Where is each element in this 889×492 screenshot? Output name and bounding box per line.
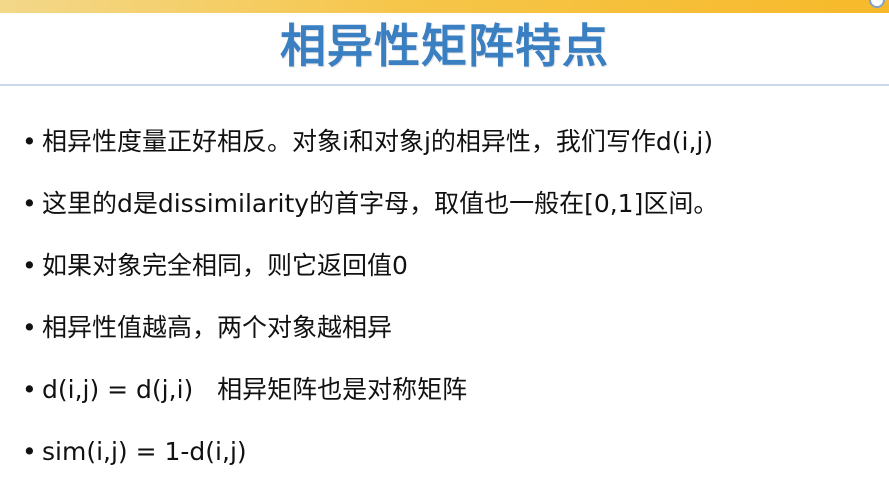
bullet-item: • 相异性值越高，两个对象越相异 <box>22 306 882 368</box>
bullet-dot-icon: • <box>22 127 37 156</box>
bullet-text: 相异性度量正好相反。对象i和对象j的相异性，我们写作d(i,j) <box>42 127 714 156</box>
bullet-text: 如果对象完全相同，则它返回值0 <box>42 251 408 280</box>
title-divider <box>0 84 889 86</box>
corner-logo-icon <box>867 0 885 9</box>
top-accent-bar <box>0 0 889 13</box>
bullet-list: • 相异性度量正好相反。对象i和对象j的相异性，我们写作d(i,j) • 这里的… <box>22 120 882 492</box>
bullet-text: 相异性值越高，两个对象越相异 <box>42 313 393 342</box>
bullet-item: • d(i,j) = d(j,i) 相异矩阵也是对称矩阵 <box>22 368 882 430</box>
bullet-dot-icon: • <box>22 437 37 466</box>
bullet-dot-icon: • <box>22 375 37 404</box>
bullet-dot-icon: • <box>22 313 37 342</box>
bullet-item: • 这里的d是dissimilarity的首字母，取值也一般在[0,1]区间。 <box>22 182 882 244</box>
slide-title: 相异性矩阵特点 <box>280 19 609 73</box>
bullet-item: • 相异性度量正好相反。对象i和对象j的相异性，我们写作d(i,j) <box>22 120 882 182</box>
bullet-text: 这里的d是dissimilarity的首字母，取值也一般在[0,1]区间。 <box>42 189 719 218</box>
bullet-item: • 如果对象完全相同，则它返回值0 <box>22 244 882 306</box>
bullet-dot-icon: • <box>22 189 37 218</box>
bullet-text: d(i,j) = d(j,i) 相异矩阵也是对称矩阵 <box>42 375 468 404</box>
bullet-dot-icon: • <box>22 251 37 280</box>
bullet-text: sim(i,j) = 1-d(i,j) <box>42 437 247 466</box>
bullet-item: • sim(i,j) = 1-d(i,j) <box>22 430 882 492</box>
